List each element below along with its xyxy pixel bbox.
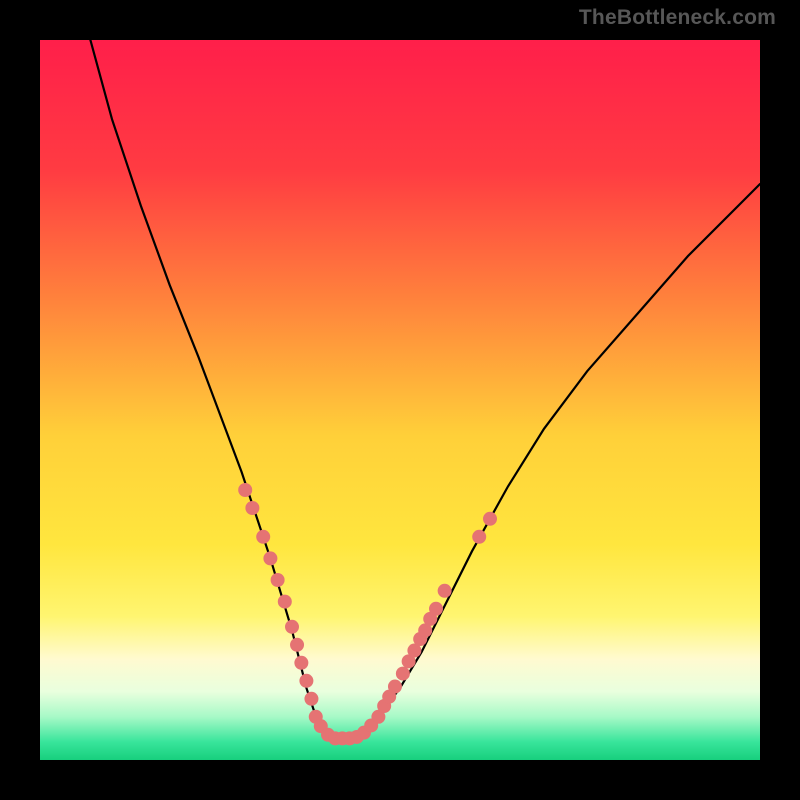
curve-marker	[429, 602, 443, 616]
curve-marker	[285, 620, 299, 634]
curve-marker	[263, 551, 277, 565]
watermark-text: TheBottleneck.com	[579, 6, 776, 30]
curve-marker	[245, 501, 259, 515]
plot-area	[40, 40, 760, 760]
curve-markers	[238, 483, 497, 745]
curve-marker	[472, 530, 486, 544]
curve-marker	[299, 674, 313, 688]
curve-marker	[238, 483, 252, 497]
curve-layer	[40, 40, 760, 760]
curve-marker	[396, 667, 410, 681]
curve-marker	[290, 638, 304, 652]
chart-frame: TheBottleneck.com	[0, 0, 800, 800]
curve-marker	[278, 595, 292, 609]
curve-marker	[256, 530, 270, 544]
curve-marker	[304, 692, 318, 706]
curve-marker	[483, 512, 497, 526]
curve-marker	[294, 656, 308, 670]
curve-marker	[388, 680, 402, 694]
curve-marker	[271, 573, 285, 587]
curve-marker	[438, 584, 452, 598]
